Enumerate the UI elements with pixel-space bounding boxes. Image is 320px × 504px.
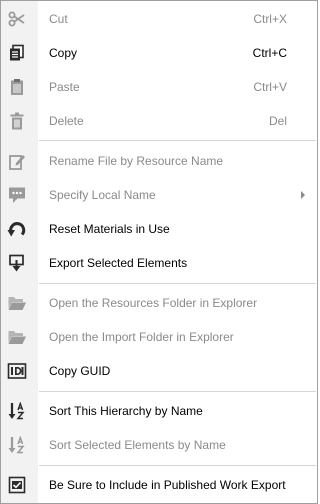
menu-item-export-selected[interactable]: Export Selected Elements <box>1 246 317 280</box>
menu-item-label: Copy GUID <box>49 364 111 378</box>
submenu-arrow-icon <box>301 191 305 199</box>
pencil-doc-icon <box>9 155 25 170</box>
menu-item-sort-hierarchy[interactable]: Sort This Hierarchy by Name <box>1 394 317 428</box>
menu-item-label: Delete <box>49 114 84 128</box>
menu-item-specify-local-name[interactable]: Specify Local Name <box>1 178 317 212</box>
scissors-icon <box>8 11 25 27</box>
menu-item-label: Reset Materials in Use <box>49 222 170 236</box>
menu-item-reset-materials[interactable]: Reset Materials in Use <box>1 212 317 246</box>
checkbox-icon <box>8 476 26 494</box>
menu-item-label: Specify Local Name <box>49 188 156 202</box>
reset-arrow-icon <box>7 222 26 237</box>
sort-az-icon <box>8 436 25 454</box>
folder-open-icon <box>8 331 26 344</box>
menu-item-paste[interactable]: Paste Ctrl+V <box>1 70 317 104</box>
menu-item-include-in-export[interactable]: Be Sure to Include in Published Work Exp… <box>1 468 317 502</box>
shortcut-text: Ctrl+C <box>252 46 287 60</box>
menu-item-label: Paste <box>49 80 80 94</box>
menu-item-copy[interactable]: Copy Ctrl+C <box>1 36 317 70</box>
menu-item-open-resources-folder[interactable]: Open the Resources Folder in Explorer <box>1 286 317 320</box>
copy-icon <box>10 44 24 61</box>
menu-item-label: Open the Import Folder in Explorer <box>49 330 234 344</box>
menu-item-label: Sort This Hierarchy by Name <box>49 404 203 418</box>
menu-item-label: Copy <box>49 46 78 60</box>
folder-open-icon <box>8 297 26 310</box>
trash-icon <box>10 112 24 130</box>
menu-item-label: Sort Selected Elements by Name <box>49 438 226 452</box>
menu-item-open-import-folder[interactable]: Open the Import Folder in Explorer <box>1 320 317 354</box>
menu-item-cut[interactable]: Cut Ctrl+X <box>1 2 317 36</box>
menu-item-copy-guid[interactable]: Copy GUID <box>1 354 317 388</box>
menu-item-label: Open the Resources Folder in Explorer <box>49 296 258 310</box>
menu-item-label: Export Selected Elements <box>49 256 188 270</box>
clipboard-icon <box>11 79 23 95</box>
export-icon <box>9 254 24 272</box>
shortcut-text: Del <box>268 114 287 128</box>
menu-separator <box>39 391 316 392</box>
shortcut-text: Ctrl+V <box>253 80 287 94</box>
menu-separator <box>39 140 316 141</box>
menu-item-label: Be Sure to Include in Published Work Exp… <box>49 478 286 492</box>
menu-item-delete[interactable]: Delete Del <box>1 104 317 138</box>
menu-item-rename-file[interactable]: Rename File by Resource Name <box>1 144 317 178</box>
speech-bubble-icon <box>9 187 25 203</box>
id-card-icon <box>7 363 27 379</box>
menu-item-label: Rename File by Resource Name <box>49 154 224 168</box>
context-menu: Cut Ctrl+X Copy Ctrl+C Paste Ctrl+V Dele… <box>0 0 318 504</box>
menu-item-sort-selected[interactable]: Sort Selected Elements by Name <box>1 428 317 462</box>
sort-az-icon <box>8 402 25 420</box>
menu-item-label: Cut <box>49 12 68 26</box>
menu-separator <box>39 283 316 284</box>
shortcut-text: Ctrl+X <box>253 12 287 26</box>
menu-separator <box>39 465 316 466</box>
